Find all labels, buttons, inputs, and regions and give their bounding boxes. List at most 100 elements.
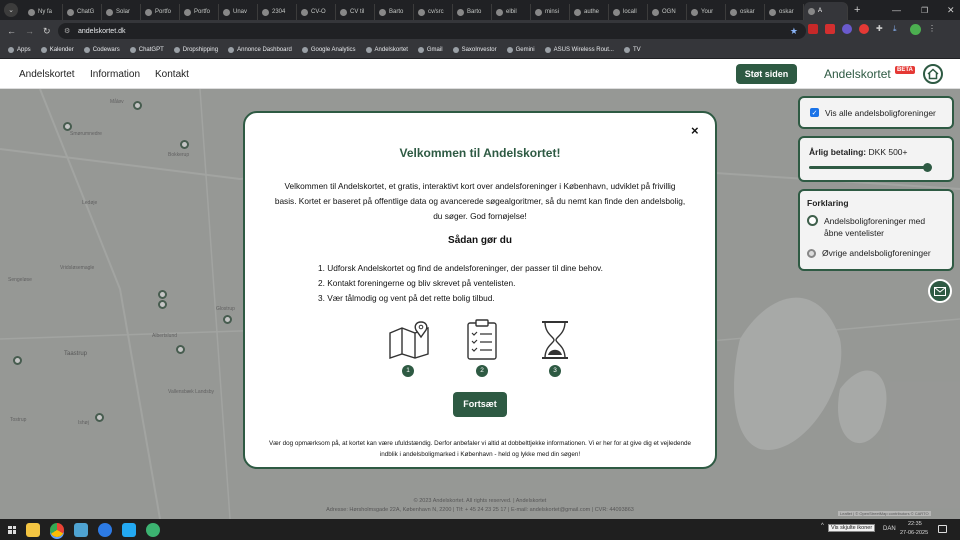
nav-kontakt[interactable]: Kontakt xyxy=(155,69,189,80)
windows-taskbar: ^ Vis skjulte ikoner DAN 22:35 27-06-202… xyxy=(0,519,960,540)
browser-tab[interactable]: locall xyxy=(609,4,648,20)
clock-date[interactable]: 27-06-2025 xyxy=(900,530,928,536)
url-text: andelskortet.dk xyxy=(78,27,126,35)
forward-icon[interactable]: → xyxy=(25,26,34,36)
brand-name[interactable]: Andelskortet xyxy=(824,67,891,81)
bookmark-item[interactable]: Codewars xyxy=(83,47,120,53)
browser-tab[interactable]: Ny fa xyxy=(24,4,63,20)
contact-mail-button[interactable] xyxy=(928,279,952,303)
language-indicator[interactable]: DAN xyxy=(883,526,896,532)
download-icon[interactable]: ⤓ xyxy=(893,24,903,34)
tab-favicon-icon xyxy=(691,8,698,16)
url-input[interactable]: ⚙ andelskortet.dk ★ xyxy=(58,23,806,39)
extension-icon[interactable] xyxy=(825,24,835,34)
windows-start-icon[interactable] xyxy=(8,525,16,534)
tab-label: OGN xyxy=(662,9,676,15)
tab-label: CV til xyxy=(350,9,365,15)
new-tab-button[interactable]: + xyxy=(854,4,860,16)
profile-avatar[interactable] xyxy=(910,24,921,35)
browser-tab[interactable]: Unav xyxy=(219,4,258,20)
bookmark-item[interactable]: ChatGPT xyxy=(129,47,164,53)
browser-tab[interactable]: Portfo xyxy=(180,4,219,20)
bookmark-item[interactable]: Gemini xyxy=(506,47,535,53)
show-all-label[interactable]: Vis alle andelsboligforeninger xyxy=(825,108,936,118)
bookmark-icon xyxy=(623,47,630,53)
browser-tab[interactable]: oskar xyxy=(726,4,765,20)
browser-tab[interactable]: A xyxy=(804,2,848,20)
app-icon[interactable] xyxy=(74,522,88,537)
browser-tab[interactable]: authe xyxy=(570,4,609,20)
browser-tab[interactable]: CV til xyxy=(336,4,375,20)
close-modal-button[interactable]: × xyxy=(691,123,699,138)
bookmark-item[interactable]: Annonce Dashboard xyxy=(228,47,292,53)
browser-tab[interactable]: oskar xyxy=(765,4,804,20)
browser-tab[interactable]: ChatG xyxy=(63,4,102,20)
bookmark-label: TV xyxy=(632,47,641,53)
chrome-icon[interactable] xyxy=(50,522,64,537)
bookmark-item[interactable]: ASUS Wireless Rout... xyxy=(544,47,614,53)
extensions-puzzle-icon[interactable]: ✚ xyxy=(876,24,886,34)
bookmark-star-icon[interactable]: ★ xyxy=(790,26,798,37)
browser-tab[interactable]: minsi xyxy=(531,4,570,20)
menu-dots-icon[interactable]: ⋮ xyxy=(928,24,936,34)
back-icon[interactable]: ← xyxy=(7,26,16,36)
continue-button[interactable]: Fortsæt xyxy=(453,392,507,417)
hidden-icons-button[interactable]: ^ xyxy=(821,523,824,529)
vscode-icon[interactable] xyxy=(122,522,136,537)
bookmark-item[interactable]: SaxoInvestor xyxy=(452,47,497,53)
bookmark-item[interactable]: Andelskortet xyxy=(365,47,408,53)
browser-tab[interactable]: CV-O xyxy=(297,4,336,20)
legend-label: Øvrige andelsboligforeninger xyxy=(822,248,931,258)
notification-icon[interactable] xyxy=(938,525,947,533)
extension-icon[interactable] xyxy=(859,24,869,34)
browser-tab[interactable]: Solar xyxy=(102,4,141,20)
payment-slider-thumb[interactable] xyxy=(923,163,932,172)
extension-icon[interactable] xyxy=(808,24,818,34)
map-pin-icon xyxy=(389,321,429,359)
step-item: Udforsk Andelskortet og find de andelsfo… xyxy=(318,261,603,276)
nav-information[interactable]: Information xyxy=(90,69,140,80)
support-button[interactable]: Støt siden xyxy=(736,64,797,84)
app-icon[interactable] xyxy=(98,522,112,537)
browser-tab[interactable]: Portfo xyxy=(141,4,180,20)
edge-icon[interactable] xyxy=(146,522,160,537)
browser-tab[interactable]: Barto xyxy=(453,4,492,20)
extension-icon[interactable] xyxy=(842,24,852,34)
browser-tab[interactable]: 2304 xyxy=(258,4,297,20)
tab-favicon-icon xyxy=(301,8,308,16)
bookmark-label: Dropshipping xyxy=(182,47,219,53)
bookmark-item[interactable]: Kalender xyxy=(40,47,74,53)
tab-label: elbil xyxy=(506,9,517,15)
bookmark-item[interactable]: Apps xyxy=(8,47,31,53)
bookmark-item[interactable]: Google Analytics xyxy=(301,47,356,53)
close-window-button[interactable]: ✕ xyxy=(947,5,955,16)
payment-text: Årlig betaling: DKK 500+ xyxy=(809,147,952,157)
browser-tab[interactable]: cv/src xyxy=(414,4,453,20)
bookmark-item[interactable]: Gmail xyxy=(417,47,443,53)
file-explorer-icon[interactable] xyxy=(26,522,40,537)
show-all-checkbox[interactable]: ✓ xyxy=(810,108,819,117)
bookmarks-bar: Apps Kalender Codewars ChatGPT Dropshipping A… xyxy=(0,42,960,59)
browser-tab[interactable]: elbil xyxy=(492,4,531,20)
bookmark-label: SaxoInvestor xyxy=(461,47,497,53)
tab-label: authe xyxy=(584,9,600,15)
tab-label: oskar xyxy=(740,9,755,15)
nav-andelskortet[interactable]: Andelskortet xyxy=(19,69,75,80)
clock-time[interactable]: 22:35 xyxy=(908,521,922,527)
tab-label: oskar xyxy=(779,9,794,15)
browser-tab[interactable]: Your xyxy=(687,4,726,20)
payment-slider-track[interactable] xyxy=(809,166,929,169)
reload-icon[interactable]: ↻ xyxy=(43,26,51,37)
tab-label: Unav xyxy=(233,9,248,15)
minimize-button[interactable]: — xyxy=(892,5,901,15)
site-info-icon[interactable]: ⚙ xyxy=(64,27,70,35)
bookmark-label: Gmail xyxy=(426,47,443,53)
browser-tab[interactable]: OGN xyxy=(648,4,687,20)
tab-search-button[interactable]: ⌄ xyxy=(4,3,18,17)
modal-notice: Vær dog opmærksom på, at kortet kan være… xyxy=(268,440,691,458)
bookmark-item[interactable]: Dropshipping xyxy=(173,47,219,53)
maximize-button[interactable]: ❐ xyxy=(921,6,928,15)
browser-tab[interactable]: Barto xyxy=(375,4,414,20)
bookmark-item[interactable]: TV xyxy=(623,47,641,53)
home-icon[interactable] xyxy=(923,64,943,84)
